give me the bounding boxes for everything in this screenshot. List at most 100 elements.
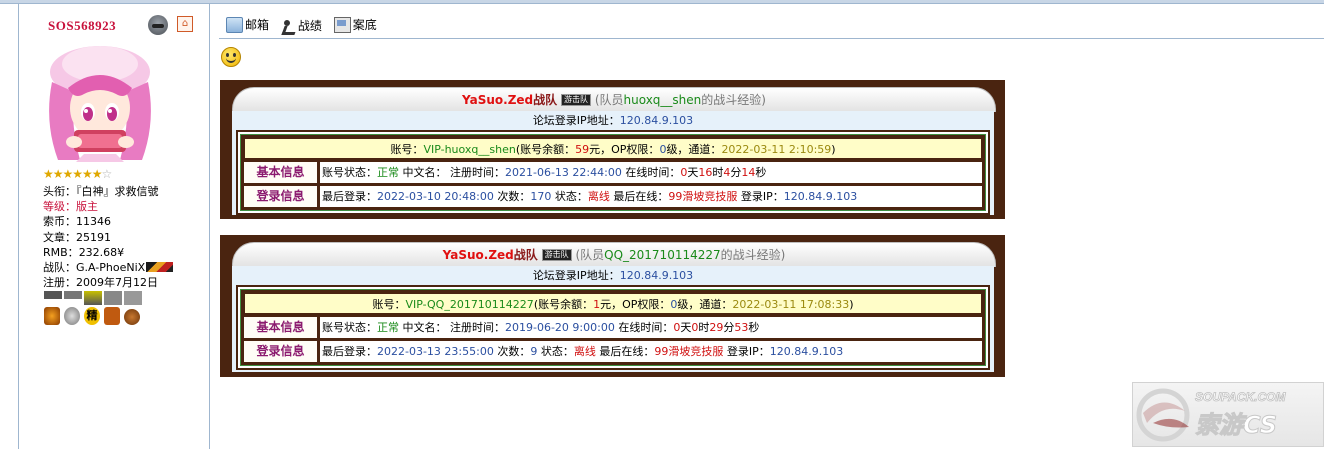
- times-label: 次数：: [497, 345, 531, 358]
- record-button[interactable]: 战绩: [281, 17, 322, 34]
- medal-icon: [104, 307, 120, 325]
- team-card: YaSuo.Zed战队 游击队 (队员QQ_201710114227的战斗经验)…: [220, 235, 1005, 377]
- home-icon[interactable]: ⌂: [177, 16, 193, 32]
- online-seconds: 14: [741, 166, 756, 179]
- posts-value: 25191: [76, 230, 111, 244]
- online-hours-unit: 时: [698, 321, 710, 334]
- regtime-label: 注册时间：: [450, 321, 505, 334]
- status-label: 账号状态：: [322, 166, 377, 179]
- account-cell: 账号：VIP-QQ_201710114227(账号余额：1元，OP权限：0级，通…: [244, 293, 982, 314]
- medal-icon: 精: [84, 307, 100, 325]
- register-label: 注册：: [43, 276, 76, 290]
- star-empty: ☆: [101, 167, 113, 181]
- mail-button[interactable]: 邮箱: [226, 16, 269, 33]
- regtime-label: 注册时间：: [450, 166, 505, 179]
- member-suffix: 的战斗经验): [701, 93, 766, 107]
- mail-label: 邮箱: [245, 18, 270, 32]
- title-value: 『白神』求救信號: [76, 185, 159, 198]
- face-icon[interactable]: [148, 15, 168, 35]
- username-link[interactable]: SOS568923: [48, 18, 116, 34]
- post-toolbar: 邮箱 战绩 案底: [226, 16, 385, 36]
- cn-label: 中文名：: [402, 166, 447, 179]
- top-border: [0, 0, 1324, 4]
- last-online-label: 最后在线：: [613, 190, 669, 203]
- user-info: 头衔：『白神』求救信號 等级：版主 索币：11346 文章：25191 RMB：…: [43, 184, 174, 290]
- online-label: 在线时间：: [625, 166, 681, 179]
- coins-label: 索币：: [43, 215, 76, 229]
- card-body: 论坛登录IP地址：120.84.9.103 账号：VIP-QQ_20171011…: [232, 266, 994, 372]
- login-info-row: 登录信息 最后登录：2022-03-13 23:55:00 次数：9 状态：离线…: [244, 341, 982, 362]
- op-unit: 级，通道：: [666, 143, 722, 156]
- ip-value: 120.84.9.103: [619, 114, 694, 127]
- online-hours: 16: [698, 166, 713, 179]
- rmb-label: RMB：: [43, 245, 79, 259]
- login-info-label: 登录信息: [244, 341, 317, 362]
- times-label: 次数：: [497, 190, 531, 203]
- stars-filled: ★★★★★★: [43, 167, 103, 181]
- level-row: 等级：版主: [43, 199, 173, 214]
- last-online-place: 滑坡竞技服: [668, 345, 724, 358]
- member-suffix: 的战斗经验): [720, 248, 786, 262]
- status-value: 正常: [377, 166, 399, 179]
- login-ip-value: 120.84.9.103: [783, 190, 858, 203]
- ip-label: 论坛登录IP地址：: [532, 114, 620, 127]
- medal-icon: [64, 291, 82, 299]
- member-name: QQ_201710114227: [604, 248, 721, 262]
- login-info-label: 登录信息: [244, 186, 317, 207]
- online-seconds: 53: [734, 321, 749, 334]
- info-table-inner: 账号：VIP-QQ_201710114227(账号余额：1元，OP权限：0级，通…: [240, 289, 986, 366]
- last-online-label: 最后在线：: [599, 345, 655, 358]
- basic-info-text: 账号状态：正常 中文名： 注册时间：2019-06-20 9:00:00 在线时…: [320, 317, 982, 338]
- login-ip-label: 登录IP：: [740, 190, 784, 203]
- fighter-icon: [281, 19, 296, 33]
- team-name-link[interactable]: YaSuo.Zed: [462, 93, 533, 107]
- status-value: 正常: [377, 321, 399, 334]
- left-border: [18, 3, 19, 449]
- acct-label: 账号：: [390, 143, 424, 156]
- member-prefix: (队员: [575, 248, 605, 262]
- coins-value: 11346: [76, 215, 111, 229]
- online-minutes-unit: 分: [730, 166, 742, 179]
- times-value: 170: [530, 190, 552, 203]
- rank-stars: ★★★★★★☆: [43, 167, 113, 181]
- basic-info-row: 基本信息 账号状态：正常 中文名： 注册时间：2019-06-20 9:00:0…: [244, 317, 982, 338]
- watermark-text-1: SOUPACK.COM: [1195, 390, 1286, 404]
- state-label: 状态：: [540, 345, 574, 358]
- login-info-text: 最后登录：2022-03-13 23:55:00 次数：9 状态：离线 最后在线…: [320, 341, 982, 362]
- login-ip-value: 120.84.9.103: [769, 345, 844, 358]
- state-value: 离线: [573, 345, 596, 358]
- register-value: 2009年7月12日: [76, 276, 158, 290]
- last-online-place: 滑坡竞技服: [682, 190, 738, 203]
- level-value: 版主: [76, 200, 98, 214]
- team-badge: 游击队: [541, 249, 572, 261]
- medal-icon: [44, 291, 62, 299]
- member-name: huoxq__shen: [623, 93, 702, 107]
- state-value: 离线: [587, 190, 610, 203]
- login-info-text: 最后登录：2022-03-10 20:48:00 次数：170 状态：离线 最后…: [320, 186, 982, 207]
- last-login-value: 2022-03-10 20:48:00: [377, 190, 494, 203]
- login-info-row: 登录信息 最后登录：2022-03-10 20:48:00 次数：170 状态：…: [244, 186, 982, 207]
- online-minutes-unit: 分: [723, 321, 735, 334]
- close-paren: ): [849, 298, 854, 311]
- account-row: 账号：VIP-QQ_201710114227(账号余额：1元，OP权限：0级，通…: [244, 293, 982, 314]
- card-title: YaSuo.Zed战队 游击队 (队员huoxq__shen的战斗经验): [232, 87, 996, 112]
- last-login-label: 最后登录：: [322, 190, 377, 203]
- team-value[interactable]: G.A-PhoeNiX: [76, 261, 145, 274]
- record-label: 战绩: [297, 19, 322, 33]
- medals: 精: [44, 291, 144, 329]
- forum-ip-line: 论坛登录IP地址：120.84.9.103: [232, 111, 994, 130]
- team-name-link[interactable]: YaSuo.Zed: [443, 248, 514, 262]
- forum-ip-line: 论坛登录IP地址：120.84.9.103: [232, 266, 994, 285]
- balance-label: (账号余额：: [515, 143, 576, 156]
- last-login-label: 最后登录：: [322, 345, 377, 358]
- card-body: 论坛登录IP地址：120.84.9.103 账号：VIP-huoxq__shen…: [232, 111, 994, 215]
- info-table: 账号：VIP-huoxq__shen(账号余额：59元，OP权限：0级，通道：2…: [236, 130, 990, 215]
- account-cell: 账号：VIP-huoxq__shen(账号余额：59元，OP权限：0级，通道：2…: [244, 138, 982, 159]
- info-table: 账号：VIP-QQ_201710114227(账号余额：1元，OP权限：0级，通…: [236, 285, 990, 370]
- case-button[interactable]: 案底: [333, 16, 377, 33]
- medal-icon: [124, 309, 140, 325]
- site-watermark-logo: SOUPACK.COM 索游CS: [1132, 382, 1324, 447]
- medal-icon: [104, 291, 122, 305]
- rmb-value: 232.68¥: [78, 245, 125, 259]
- regtime-value: 2021-06-13 22:44:00: [505, 166, 622, 179]
